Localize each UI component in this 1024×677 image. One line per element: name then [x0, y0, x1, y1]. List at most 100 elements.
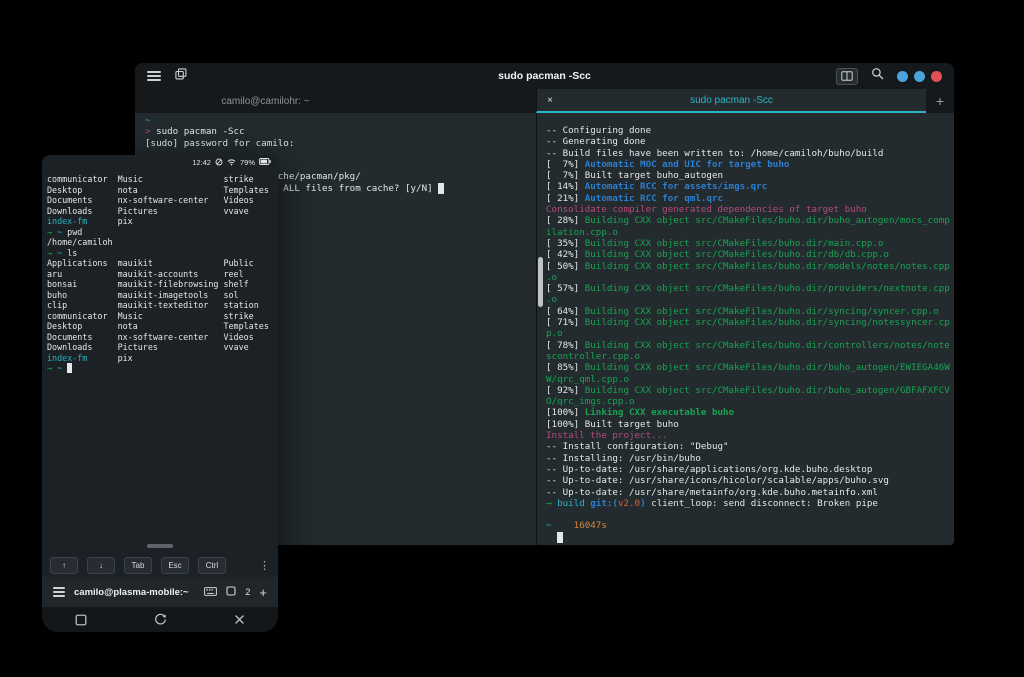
terminal-line: > sudo pacman -Scc: [145, 126, 536, 137]
tab-label: sudo pacman -Scc: [563, 95, 900, 106]
terminal-line: .o: [546, 272, 954, 283]
terminal-line: p.o: [546, 328, 954, 339]
mobile-terminal-output[interactable]: communicator Music strikeDesktop nota Te…: [42, 170, 278, 374]
terminal-line: → ~: [47, 363, 278, 374]
tabs-icon[interactable]: [226, 583, 236, 601]
minimize-button[interactable]: [897, 71, 908, 82]
terminal-line: → ~ ls: [47, 248, 278, 259]
terminal-line: [ 7%] Automatic MOC and UIC for target b…: [546, 159, 954, 170]
terminal-line: index-fm pix: [47, 353, 278, 364]
terminal-line: .o: [546, 294, 954, 305]
terminal-line: -- Build files have been written to: /ho…: [546, 148, 954, 159]
mobile-terminal-window: 12:42 79% communicator Music strikeDeskt…: [42, 155, 278, 632]
mobile-nav-bar: [42, 607, 278, 632]
terminal-line: [ 21%] Automatic RCC for qml.qrc: [546, 193, 954, 204]
terminal-line: -- Up-to-date: /usr/share/applications/o…: [546, 464, 954, 475]
task-switcher-icon[interactable]: [75, 614, 87, 626]
terminal-line: Desktop nota Templates: [47, 321, 278, 332]
terminal-line: Desktop nota Templates: [47, 185, 278, 196]
scroll-indicator[interactable]: [147, 544, 173, 548]
terminal-line: -- Up-to-date: /usr/share/icons/hicolor/…: [546, 475, 954, 486]
keyboard-toggle-icon[interactable]: [204, 583, 217, 601]
terminal-line: [ 57%] Building CXX object src/CMakeFile…: [546, 283, 954, 294]
mobile-terminal-area: communicator Music strikeDesktop nota Te…: [42, 170, 278, 554]
tab-count: 2: [245, 587, 250, 597]
titlebar[interactable]: sudo pacman -Scc: [135, 63, 954, 89]
terminal-line: ilation.cpp.o: [546, 227, 954, 238]
terminal-line: clip mauikit-texteditor station: [47, 300, 278, 311]
home-circle-icon[interactable]: [154, 613, 167, 626]
terminal-line: Downloads Pictures vvave: [47, 206, 278, 217]
scrollbar-thumb[interactable]: [538, 257, 543, 307]
terminal-line: [ 64%] Building CXX object src/CMakeFile…: [546, 306, 954, 317]
key-button-↑[interactable]: ↑: [50, 557, 78, 574]
terminal-line: -- Generating done: [546, 136, 954, 147]
battery-percent: 79%: [240, 158, 255, 167]
mobile-key-row: ↑ ↓ Tab Esc Ctrl ⋮: [42, 554, 278, 577]
terminal-line: [ 7%] Built target buho_autogen: [546, 170, 954, 181]
tab-sudo-pacman[interactable]: × sudo pacman -Scc: [536, 89, 926, 113]
mobile-toolbar: camilo@plasma-mobile:~ 2 +: [42, 577, 278, 607]
terminal-pane-right[interactable]: -- Configuring done-- Generating done-- …: [537, 113, 954, 543]
split-view-button[interactable]: [836, 68, 858, 85]
terminal-line: ~: [145, 115, 536, 126]
key-button-ctrl[interactable]: Ctrl: [198, 557, 226, 574]
terminal-line: [546, 532, 954, 543]
terminal-line: Documents nx-software-center Videos: [47, 195, 278, 206]
terminal-line: → ~ pwd: [47, 227, 278, 238]
terminal-line: [100%] Linking CXX executable buho: [546, 407, 954, 418]
terminal-line: [ 42%] Building CXX object src/CMakeFile…: [546, 249, 954, 260]
terminal-line: /home/camiloh: [47, 237, 278, 248]
terminal-line: -- Up-to-date: /usr/share/metainfo/org.k…: [546, 487, 954, 498]
search-icon[interactable]: [871, 67, 884, 85]
terminal-line: Consolidate compiler generated dependenc…: [546, 204, 954, 215]
terminal-line: communicator Music strike: [47, 311, 278, 322]
terminal-pane-right-wrap: -- Configuring done-- Generating done-- …: [537, 113, 954, 545]
wifi-icon: [227, 158, 236, 168]
terminal-line: communicator Music strike: [47, 174, 278, 185]
tab-close-icon[interactable]: ×: [537, 95, 563, 106]
terminal-line: -- Configuring done: [546, 125, 954, 136]
terminal-line: [ 85%] Building CXX object src/CMakeFile…: [546, 362, 954, 373]
terminal-line: buho mauikit-imagetools sol: [47, 290, 278, 301]
terminal-line: → build git:(v2.0) client_loop: send dis…: [546, 498, 954, 509]
terminal-line: [ 78%] Building CXX object src/CMakeFile…: [546, 340, 954, 351]
key-button-tab[interactable]: Tab: [124, 557, 152, 574]
terminal-line: Applications mauikit Public: [47, 258, 278, 269]
terminal-line: [ 71%] Building CXX object src/CMakeFile…: [546, 317, 954, 328]
new-tab-button[interactable]: +: [926, 89, 954, 113]
terminal-line: Documents nx-software-center Videos: [47, 332, 278, 343]
volume-muted-icon: [215, 158, 223, 168]
terminal-line: [sudo] password for camilo:: [145, 138, 536, 149]
terminal-line: aru mauikit-accounts reel: [47, 269, 278, 280]
terminal-line: Install the project...: [546, 430, 954, 441]
terminal-line: [100%] Built target buho: [546, 419, 954, 430]
new-tab-icon[interactable]: +: [259, 585, 267, 600]
terminal-line: Downloads Pictures vvave: [47, 342, 278, 353]
tab-label: camilo@camilohr: ~: [221, 96, 309, 107]
session-title: camilo@plasma-mobile:~: [74, 587, 189, 598]
terminal-line: [ 14%] Automatic RCC for assets/imgs.qrc: [546, 181, 954, 192]
close-x-icon[interactable]: [234, 614, 245, 625]
hamburger-menu-icon[interactable]: [147, 71, 161, 81]
terminal-line: [546, 509, 954, 520]
close-button[interactable]: [931, 71, 942, 82]
hamburger-menu-icon[interactable]: [53, 587, 65, 597]
terminal-line: [ 92%] Building CXX object src/CMakeFile…: [546, 385, 954, 396]
terminal-line: W/qrc_qml.cpp.o: [546, 374, 954, 385]
tab-camilo-home[interactable]: camilo@camilohr: ~: [135, 89, 536, 113]
terminal-line: [ 28%] Building CXX object src/CMakeFile…: [546, 215, 954, 226]
clock: 12:42: [192, 158, 211, 167]
key-button-esc[interactable]: Esc: [161, 557, 189, 574]
tab-bar: camilo@camilohr: ~ × sudo pacman -Scc +: [135, 89, 954, 113]
clone-tab-icon[interactable]: [175, 67, 187, 85]
terminal-line: -- Installing: /usr/bin/buho: [546, 453, 954, 464]
terminal-line: [ 35%] Building CXX object src/CMakeFile…: [546, 238, 954, 249]
window-title: sudo pacman -Scc: [135, 70, 954, 82]
overflow-menu-icon[interactable]: ⋮: [259, 559, 270, 572]
maximize-button[interactable]: [914, 71, 925, 82]
terminal-line: index-fm pix: [47, 216, 278, 227]
terminal-line: -- Install configuration: "Debug": [546, 441, 954, 452]
mobile-status-bar: 12:42 79%: [42, 155, 278, 170]
key-button-↓[interactable]: ↓: [87, 557, 115, 574]
